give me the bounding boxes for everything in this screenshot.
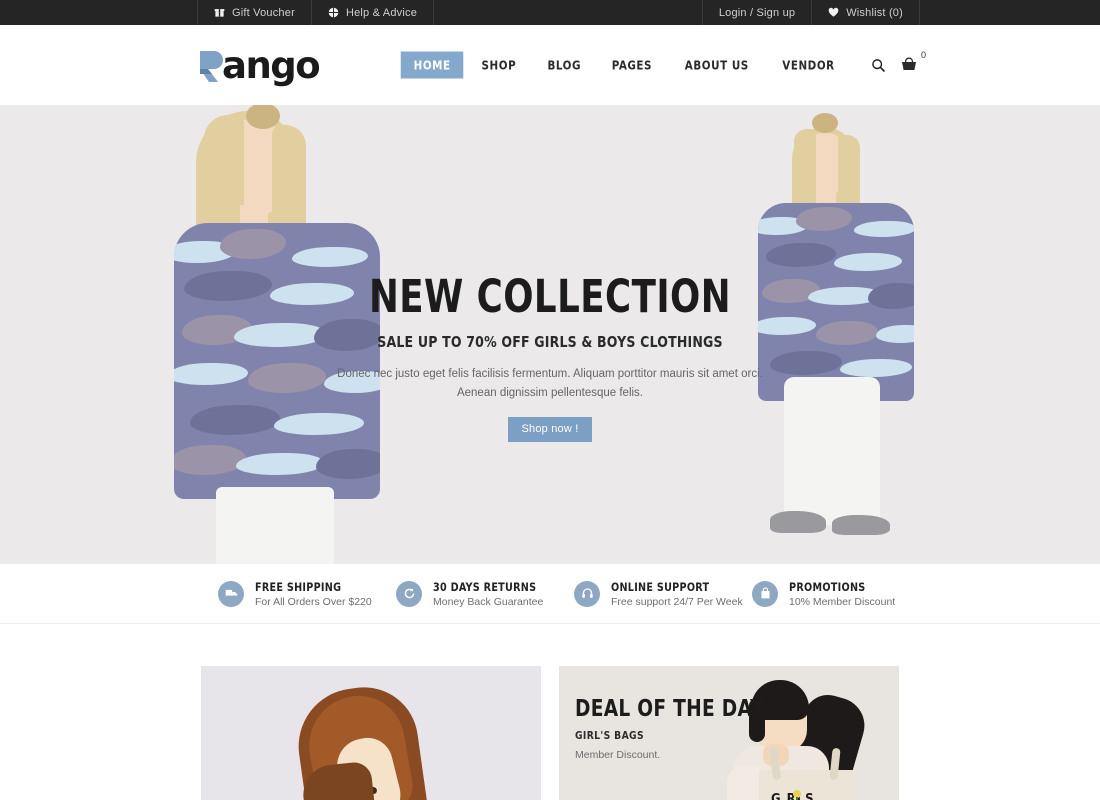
gift-bag-icon [752, 580, 778, 607]
hero-shop-now-button[interactable]: Shop now ! [508, 416, 592, 442]
help-advice-label: Help & Advice [345, 6, 418, 19]
hero-banner: NEW COLLECTION SALE UP TO 70% OFF GIRLS … [0, 105, 1100, 564]
heart-icon [828, 7, 839, 18]
top-bar-left-group: Gift Voucher Help & Advice [197, 0, 435, 25]
service-desc: Free support 24/7 Per Week [611, 595, 743, 608]
nav-item-pages[interactable]: PAGES [599, 52, 665, 79]
header-tools: 0 [871, 50, 926, 73]
service-desc: 10% Member Discount [789, 595, 896, 608]
main-navigation: HOME SHOP BLOG PAGES ABOUT US VENDOR [398, 51, 851, 79]
gift-voucher-link[interactable]: Gift Voucher [197, 0, 311, 25]
wishlist-label: Wishlist (0) [846, 6, 903, 19]
promo-card-deal-of-the-day[interactable]: G RLS RULE DEAL OF THE DAY GIRL'S BAGS M… [559, 666, 899, 800]
promo-cards-row: KIDS LOOKBOOK MASTA WINTER G RLS [0, 624, 1100, 800]
service-features-bar: FREE SHIPPING For All Orders Over $220 3… [0, 564, 1100, 624]
service-title: FREE SHIPPING [255, 579, 342, 594]
promo-right-subheading: GIRL'S BAGS [575, 729, 644, 742]
login-signup-label: Login / Sign up [718, 6, 796, 19]
cart-count-badge: 0 [920, 50, 926, 60]
service-promotions: PROMOTIONS 10% Member Discount [752, 580, 930, 608]
help-advice-link[interactable]: Help & Advice [310, 0, 435, 25]
service-desc: Money Back Guarantee [433, 595, 544, 608]
promo-card-kids-lookbook[interactable]: KIDS LOOKBOOK MASTA WINTER [201, 666, 541, 800]
nav-item-home[interactable]: HOME [400, 51, 464, 79]
top-bar-right-group: Login / Sign up Wishlist (0) [701, 0, 920, 25]
nav-item-vendor[interactable]: VENDOR [769, 52, 847, 79]
top-bar: Gift Voucher Help & Advice Login / Sign … [0, 0, 1100, 25]
hero-title: NEW COLLECTION [369, 270, 731, 323]
gift-icon [214, 7, 225, 18]
logo-text: ango [222, 43, 321, 87]
logo-r-mark-icon [198, 49, 224, 82]
refresh-icon [396, 580, 422, 607]
promo-right-heading: DEAL OF THE DAY [575, 696, 764, 722]
truck-icon [218, 580, 244, 607]
help-globe-icon [328, 7, 339, 18]
service-30-days-returns: 30 DAYS RETURNS Money Back Guarantee [396, 580, 574, 608]
search-icon[interactable] [871, 58, 886, 73]
service-online-support: ONLINE SUPPORT Free support 24/7 Per Wee… [574, 580, 752, 608]
service-title: ONLINE SUPPORT [611, 579, 710, 594]
cart-button[interactable]: 0 [900, 50, 926, 73]
service-desc: For All Orders Over $220 [255, 595, 372, 608]
gift-voucher-label: Gift Voucher [232, 6, 295, 19]
headset-icon [574, 580, 600, 607]
hero-subtitle: SALE UP TO 70% OFF GIRLS & BOYS CLOTHING… [377, 333, 723, 352]
hero-description: Donec nec justo eget felis facilisis fer… [337, 368, 763, 399]
service-features-list: FREE SHIPPING For All Orders Over $220 3… [218, 580, 958, 608]
service-free-shipping: FREE SHIPPING For All Orders Over $220 [218, 580, 396, 608]
nav-item-shop[interactable]: SHOP [469, 52, 529, 79]
nav-item-about-us[interactable]: ABOUT US [672, 52, 762, 79]
login-signup-link[interactable]: Login / Sign up [701, 0, 811, 25]
service-title: PROMOTIONS [789, 579, 866, 594]
wishlist-link[interactable]: Wishlist (0) [811, 0, 920, 25]
hero-copy-block: NEW COLLECTION SALE UP TO 70% OFF GIRLS … [320, 273, 780, 442]
promo-right-note: Member Discount. [575, 749, 661, 761]
promo-right-text-block: DEAL OF THE DAY GIRL'S BAGS Member Disco… [575, 696, 785, 761]
site-header: ango HOME SHOP BLOG PAGES ABOUT US VENDO… [0, 25, 1100, 105]
site-logo[interactable]: ango [198, 43, 321, 87]
service-title: 30 DAYS RETURNS [433, 579, 537, 594]
nav-item-blog[interactable]: BLOG [535, 52, 594, 79]
